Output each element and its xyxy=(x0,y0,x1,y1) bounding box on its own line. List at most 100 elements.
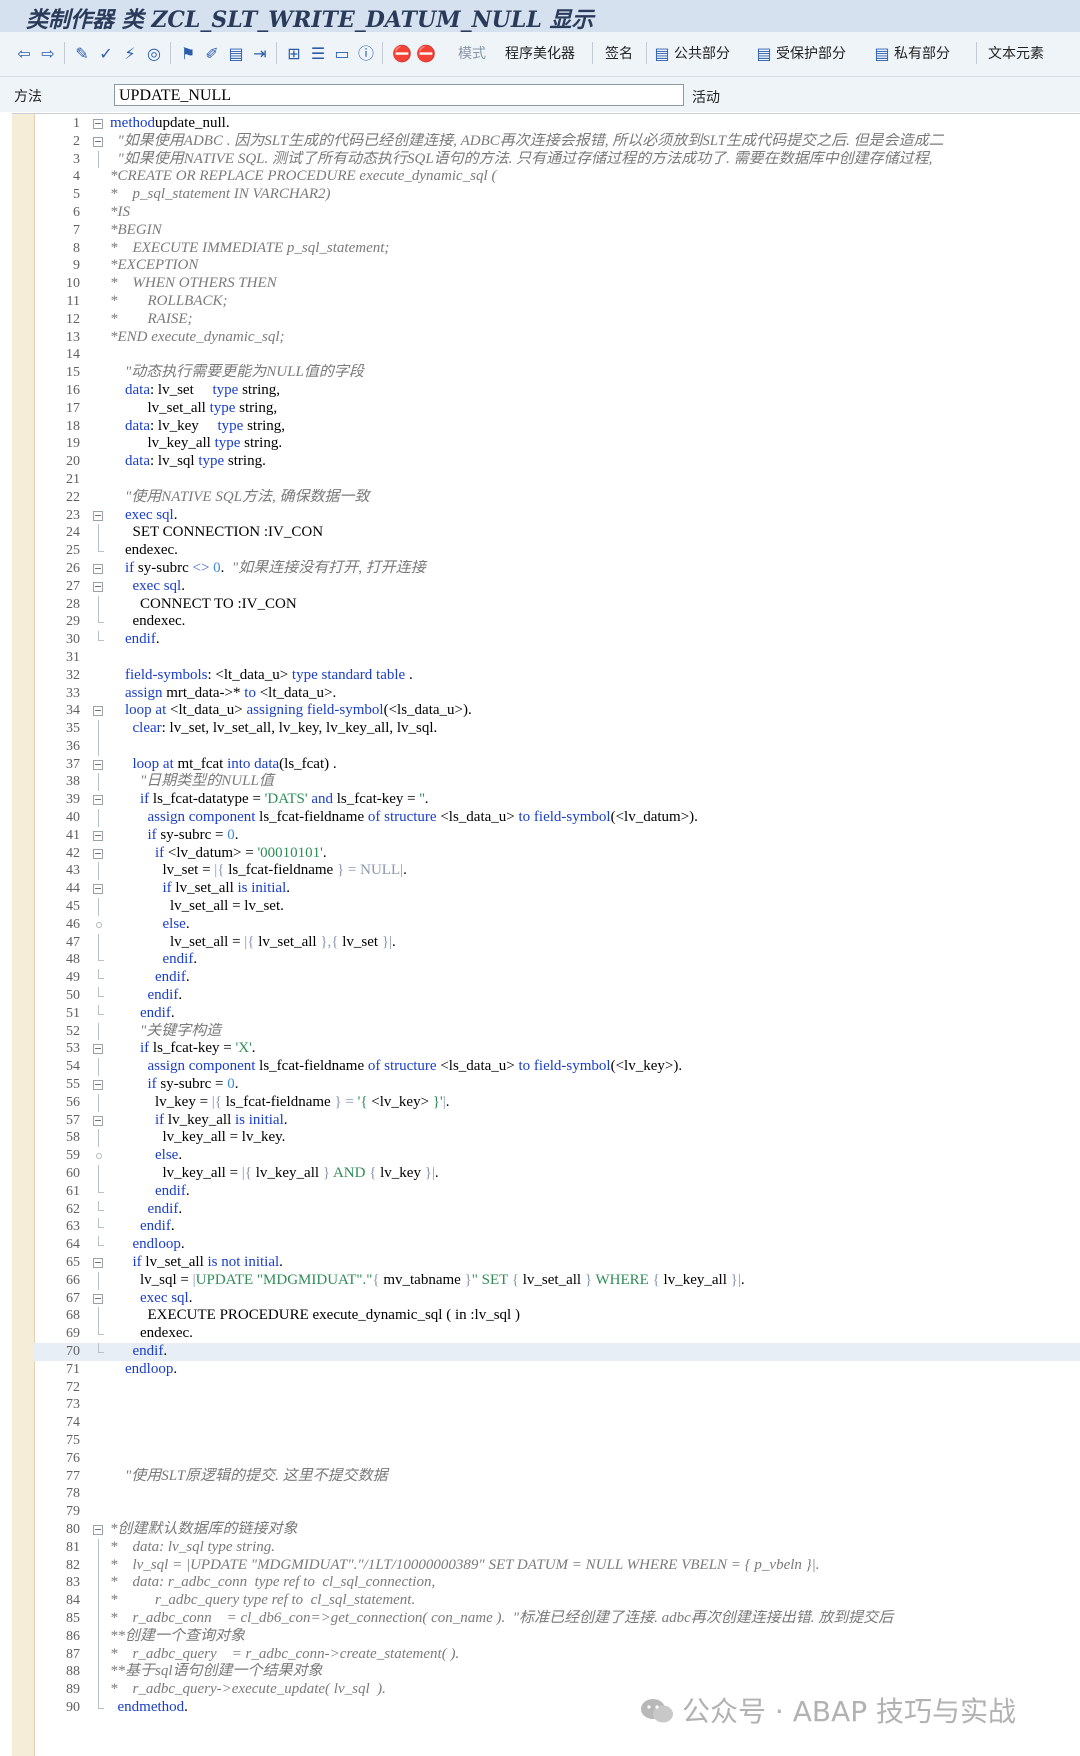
collapse-block-icon[interactable] xyxy=(92,827,104,845)
code-line[interactable]: 24 SET CONNECTION :IV_CON xyxy=(34,524,1080,542)
info-icon[interactable]: ⓘ xyxy=(356,44,376,64)
collapse-block-icon[interactable] xyxy=(92,1254,104,1272)
pattern-button[interactable]: 模式 xyxy=(458,46,486,62)
code-line[interactable]: 42 if <lv_datum> = '00010101'. xyxy=(34,845,1080,863)
code-line[interactable]: 56 lv_key = |{ ls_fcat-fieldname } = '{ … xyxy=(34,1093,1080,1112)
code-line[interactable]: 51 endif. xyxy=(34,1004,1080,1023)
code-lines[interactable]: 1 methodupdate_null. 2 "如果使用ADBC . 因为SLT生成… xyxy=(34,115,1080,1717)
code-line[interactable]: 23 exec sql. xyxy=(34,507,1080,525)
code-line[interactable]: 15 "动态执行需要更能为NULL值的字段 xyxy=(34,364,1080,382)
code-line[interactable]: 69 endexec. xyxy=(34,1325,1080,1343)
code-line[interactable]: 35 clear: lv_set, lv_set_all, lv_key, lv… xyxy=(34,720,1080,738)
code-line[interactable]: 28 CONNECT TO :IV_CON xyxy=(34,595,1080,614)
code-line[interactable]: 65 if lv_set_all is not initial. xyxy=(34,1254,1080,1272)
code-line[interactable]: 60 lv_key_all = |{ lv_key_all } AND { lv… xyxy=(34,1165,1080,1183)
code-line[interactable]: 19 lv_key_all type string. xyxy=(34,435,1080,453)
code-line[interactable]: 86 **创建一个查询对象 xyxy=(34,1627,1080,1646)
collapse-block-icon[interactable] xyxy=(92,880,104,898)
code-line[interactable]: 66 lv_sql = |UPDATE "MDGMIDUAT"."{ mv_ta… xyxy=(34,1271,1080,1290)
hierarchy-icon[interactable]: ⊞ xyxy=(284,44,304,64)
code-line[interactable]: 58 lv_key_all = lv_key. xyxy=(34,1129,1080,1148)
collapse-block-icon[interactable] xyxy=(92,1521,104,1539)
code-line[interactable]: 25 endexec. xyxy=(34,542,1080,560)
code-line[interactable]: 27 exec sql. xyxy=(34,578,1080,596)
code-line[interactable]: 54 assign component ls_fcat-fieldname of… xyxy=(34,1058,1080,1076)
collapse-block-icon[interactable] xyxy=(92,1076,104,1094)
code-line[interactable]: 16 data: lv_set type string, xyxy=(34,382,1080,400)
code-line[interactable]: 5 * p_sql_statement IN VARCHAR2) xyxy=(34,186,1080,204)
signature-button[interactable]: 签名 xyxy=(605,46,633,62)
code-line[interactable]: 72 xyxy=(34,1379,1080,1397)
code-line[interactable]: 57 if lv_key_all is initial. xyxy=(34,1112,1080,1130)
code-line[interactable]: 81 * data: lv_sql type string. xyxy=(34,1538,1080,1557)
code-line[interactable]: 47 lv_set_all = |{ lv_set_all },{ lv_set… xyxy=(34,933,1080,952)
code-line[interactable]: 4 *CREATE OR REPLACE PROCEDURE execute_dy… xyxy=(34,168,1080,186)
protected-section-button[interactable]: 受保护部分 xyxy=(776,46,846,62)
text-elements-button[interactable]: 文本元素 xyxy=(988,46,1044,62)
code-line[interactable]: 44 if lv_set_all is initial. xyxy=(34,880,1080,898)
breakpoint-icon[interactable]: ⛔ xyxy=(416,44,436,64)
code-line[interactable]: 12 * RAISE; xyxy=(34,311,1080,329)
code-line[interactable]: 79 xyxy=(34,1503,1080,1521)
code-line[interactable]: 43 lv_set = |{ ls_fcat-fieldname } = NUL… xyxy=(34,862,1080,881)
code-line[interactable]: 71 endloop. xyxy=(34,1361,1080,1379)
code-line[interactable]: 29 endexec. xyxy=(34,613,1080,631)
code-line[interactable]: 6 *IS xyxy=(34,204,1080,222)
back-icon[interactable]: ⇦ xyxy=(14,44,34,64)
code-line[interactable]: 68 EXECUTE PROCEDURE execute_dynamic_sql… xyxy=(34,1307,1080,1325)
collapse-block-icon[interactable] xyxy=(92,1112,104,1130)
code-line[interactable]: 45 lv_set_all = lv_set. xyxy=(34,898,1080,916)
stop-icon[interactable]: ⛔ xyxy=(392,44,412,64)
collapse-block-icon[interactable] xyxy=(92,578,104,596)
collapse-block-icon[interactable] xyxy=(92,115,104,133)
method-name-field[interactable]: UPDATE_NULL xyxy=(114,84,684,106)
code-line[interactable]: 20 data: lv_sql type string. xyxy=(34,453,1080,471)
collapse-block-icon[interactable] xyxy=(92,1040,104,1058)
code-line[interactable]: 26 if sy-subrc <> 0. "如果连接没有打开, 打开连接 xyxy=(34,560,1080,578)
code-line[interactable]: 76 xyxy=(34,1450,1080,1468)
code-line[interactable]: 34 loop at <lt_data_u> assigning field-s… xyxy=(34,702,1080,720)
code-line[interactable]: 8 * EXECUTE IMMEDIATE p_sql_statement; xyxy=(34,240,1080,258)
code-line[interactable]: 39 if ls_fcat-datatype = 'DATS' and ls_f… xyxy=(34,791,1080,809)
code-line[interactable]: 40 assign component ls_fcat-fieldname of… xyxy=(34,809,1080,827)
navigate-icon[interactable]: ▤ xyxy=(226,44,246,64)
code-line[interactable]: 41 if sy-subrc = 0. xyxy=(34,827,1080,845)
code-line[interactable]: 17 lv_set_all type string, xyxy=(34,400,1080,418)
code-line[interactable]: 83 * data: r_adbc_conn type ref to cl_sql… xyxy=(34,1574,1080,1592)
collapse-block-icon[interactable] xyxy=(92,133,104,151)
code-line[interactable]: 75 xyxy=(34,1432,1080,1450)
collapse-block-icon[interactable] xyxy=(92,845,104,863)
collapse-block-icon[interactable] xyxy=(92,756,104,774)
code-line[interactable]: 38 "日期类型的NULL值 xyxy=(34,773,1080,792)
code-line[interactable]: 2 "如果使用ADBC . 因为SLT生成的代码已经创建连接, ADBC再次连接… xyxy=(34,133,1080,151)
check-icon[interactable]: ✓ xyxy=(96,44,116,64)
code-line[interactable]: 33 assign mrt_data->* to <lt_data_u>. xyxy=(34,685,1080,703)
code-line[interactable]: 50 endif. xyxy=(34,987,1080,1005)
pretty-printer-button[interactable]: 程序美化器 xyxy=(505,46,575,62)
collapse-block-icon[interactable] xyxy=(92,1290,104,1308)
code-line[interactable]: 70 endif. xyxy=(34,1342,1080,1361)
code-line[interactable]: 63 endif. xyxy=(34,1218,1080,1236)
code-line[interactable]: 30 endif. xyxy=(34,631,1080,649)
collapse-block-icon[interactable] xyxy=(92,560,104,578)
code-line[interactable]: 7 *BEGIN xyxy=(34,222,1080,240)
code-line[interactable]: 22 "使用NATIVE SQL方法, 确保数据一致 xyxy=(34,489,1080,507)
code-line[interactable]: 31 xyxy=(34,649,1080,667)
code-line[interactable]: 32 field-symbols: <lt_data_u> type stand… xyxy=(34,667,1080,685)
code-line[interactable]: 78 xyxy=(34,1485,1080,1503)
private-section-button[interactable]: 私有部分 xyxy=(894,46,950,62)
code-line[interactable]: 82 * lv_sql = |UPDATE "MDGMIDUAT"."/1LT/1… xyxy=(34,1556,1080,1575)
code-line[interactable]: 46 else. xyxy=(34,916,1080,934)
code-line[interactable]: 14 xyxy=(34,346,1080,364)
code-line[interactable]: 53 if ls_fcat-key = 'X'. xyxy=(34,1040,1080,1058)
code-line[interactable]: 55 if sy-subrc = 0. xyxy=(34,1076,1080,1094)
structure-icon[interactable]: ☰ xyxy=(308,44,328,64)
collapse-block-icon[interactable] xyxy=(92,507,104,525)
code-line[interactable]: 67 exec sql. xyxy=(34,1290,1080,1308)
code-line[interactable]: 80 *创建默认数据库的链接对象 xyxy=(34,1521,1080,1539)
code-line[interactable]: 87 * r_adbc_query = r_adbc_conn->create_s… xyxy=(34,1645,1080,1664)
code-line[interactable]: 64 endloop. xyxy=(34,1236,1080,1254)
code-line[interactable]: 1 methodupdate_null. xyxy=(34,115,1080,133)
code-line[interactable]: 61 endif. xyxy=(34,1182,1080,1201)
code-line[interactable]: 10 * WHEN OTHERS THEN xyxy=(34,275,1080,293)
